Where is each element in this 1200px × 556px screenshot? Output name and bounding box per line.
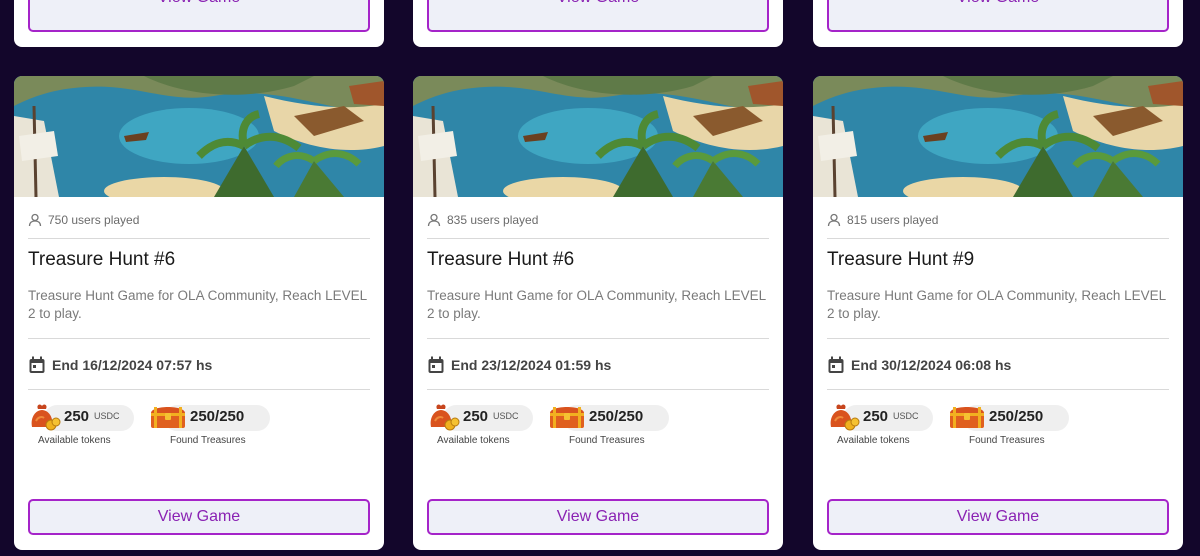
game-card: 835 users played Treasure Hunt #6 Treasu… xyxy=(413,76,783,550)
tokens-stat: 250 USDC xyxy=(28,401,120,431)
game-stats: 250 USDC Available tokens 250/250 Found … xyxy=(427,401,769,451)
game-card-top: View Game xyxy=(14,0,384,47)
end-date-text: End 23/12/2024 01:59 hs xyxy=(451,357,612,373)
view-game-button[interactable]: View Game xyxy=(427,499,769,535)
treasures-label: Found Treasures xyxy=(170,435,246,446)
tokens-unit: USDC xyxy=(94,411,120,421)
players-text: 750 users played xyxy=(48,213,140,227)
game-stats: 250 USDC Available tokens 250/250 Found … xyxy=(28,401,370,451)
treasure-chest-icon xyxy=(950,407,984,428)
end-date-text: End 30/12/2024 06:08 hs xyxy=(851,357,1012,373)
view-game-button[interactable]: View Game xyxy=(827,0,1169,32)
game-title: Treasure Hunt #6 xyxy=(28,249,176,270)
tokens-label: Available tokens xyxy=(837,435,910,446)
end-date: End 30/12/2024 06:08 hs xyxy=(827,354,1011,376)
calendar-icon xyxy=(828,356,844,373)
divider xyxy=(28,389,370,390)
divider xyxy=(827,238,1169,239)
treasures-value: 250/250 xyxy=(190,407,245,425)
treasure-island-banner xyxy=(14,76,384,197)
treasure-chest-icon xyxy=(550,407,584,428)
game-stats: 250 USDC Available tokens 250/250 Found … xyxy=(827,401,1169,451)
tokens-label: Available tokens xyxy=(38,435,111,446)
tokens-unit: USDC xyxy=(893,411,919,421)
tokens-stat: 250 USDC xyxy=(827,401,919,431)
game-card: 750 users played Treasure Hunt #6 Treasu… xyxy=(14,76,384,550)
players-count: 835 users played xyxy=(427,210,538,230)
user-icon xyxy=(427,213,441,227)
game-description: Treasure Hunt Game for OLA Community, Re… xyxy=(28,288,367,321)
view-game-button[interactable]: View Game xyxy=(28,0,370,32)
money-bag-icon xyxy=(31,404,61,431)
divider xyxy=(28,338,370,339)
user-icon xyxy=(28,213,42,227)
view-game-button[interactable]: View Game xyxy=(427,0,769,32)
players-count: 750 users played xyxy=(28,210,139,230)
players-count: 815 users played xyxy=(827,210,938,230)
tokens-value: 250 xyxy=(863,407,889,425)
money-bag-icon xyxy=(830,404,860,431)
calendar-icon xyxy=(428,356,444,373)
divider xyxy=(827,389,1169,390)
treasures-stat: 250/250 xyxy=(547,401,643,431)
treasure-chest-icon xyxy=(151,407,185,428)
treasures-value: 250/250 xyxy=(589,407,644,425)
calendar-icon xyxy=(29,356,45,373)
user-icon xyxy=(827,213,841,227)
game-title: Treasure Hunt #9 xyxy=(827,249,975,270)
tokens-stat: 250 USDC xyxy=(427,401,519,431)
tokens-value: 250 xyxy=(64,407,90,425)
treasure-island-banner xyxy=(413,76,783,197)
end-date: End 16/12/2024 07:57 hs xyxy=(28,354,212,376)
treasures-stat: 250/250 xyxy=(148,401,244,431)
divider xyxy=(427,389,769,390)
treasures-stat: 250/250 xyxy=(947,401,1043,431)
game-card-top: View Game xyxy=(813,0,1183,47)
game-grid: View Game View Game View Game xyxy=(0,0,1200,556)
players-text: 815 users played xyxy=(847,213,939,227)
view-game-button[interactable]: View Game xyxy=(28,499,370,535)
treasures-value: 250/250 xyxy=(989,407,1044,425)
treasures-label: Found Treasures xyxy=(569,435,645,446)
treasures-label: Found Treasures xyxy=(969,435,1045,446)
tokens-label: Available tokens xyxy=(437,435,510,446)
game-description: Treasure Hunt Game for OLA Community, Re… xyxy=(827,288,1166,321)
game-card-top: View Game xyxy=(413,0,783,47)
divider xyxy=(827,338,1169,339)
tokens-unit: USDC xyxy=(493,411,519,421)
divider xyxy=(427,338,769,339)
divider xyxy=(28,238,370,239)
game-title: Treasure Hunt #6 xyxy=(427,249,575,270)
end-date: End 23/12/2024 01:59 hs xyxy=(427,354,611,376)
tokens-value: 250 xyxy=(463,407,489,425)
players-text: 835 users played xyxy=(447,213,539,227)
end-date-text: End 16/12/2024 07:57 hs xyxy=(52,357,213,373)
divider xyxy=(427,238,769,239)
money-bag-icon xyxy=(430,404,460,431)
view-game-button[interactable]: View Game xyxy=(827,499,1169,535)
game-card: 815 users played Treasure Hunt #9 Treasu… xyxy=(813,76,1183,550)
game-description: Treasure Hunt Game for OLA Community, Re… xyxy=(427,288,766,321)
treasure-island-banner xyxy=(813,76,1183,197)
